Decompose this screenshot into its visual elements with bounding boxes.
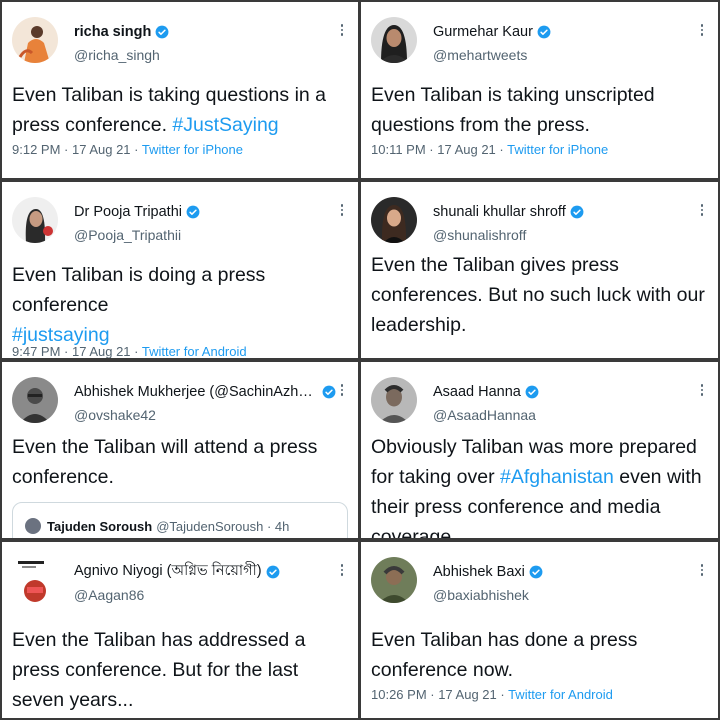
tweet-text: Even Taliban is taking unscripted questi…: [371, 84, 655, 136]
avatar[interactable]: [371, 17, 417, 63]
source-label: Twitter for Android: [141, 344, 247, 358]
user-handle[interactable]: @baxiabhishek: [433, 587, 529, 603]
tweet-card[interactable]: Abhishek Baxi @baxiabhishek Even Taliban…: [361, 542, 718, 718]
verified-badge-icon: [155, 25, 169, 39]
name-row: Abhishek Mukherjee (@SachinAzhar...: [74, 382, 336, 402]
avatar[interactable]: [12, 377, 58, 423]
tweet-meta: 10:11 PM · 17 Aug 21 · Twitter for iPhon…: [371, 142, 608, 157]
quoted-avatar-icon: [25, 518, 41, 534]
quoted-display-name: Tajuden Soroush: [47, 518, 153, 534]
avatar[interactable]: [371, 197, 417, 243]
tweet-card[interactable]: Asaad Hanna @AsaadHannaa Obviously Talib…: [361, 362, 718, 538]
verified-badge-icon: [529, 565, 543, 579]
display-name[interactable]: Gurmehar Kaur: [433, 24, 533, 40]
more-options-icon[interactable]: [340, 204, 344, 218]
person-photo-avatar-icon: [371, 377, 417, 423]
source-label: Twitter for Android: [508, 687, 613, 702]
tweet-card[interactable]: shunali khullar shroff @shunalishroff Ev…: [361, 182, 718, 358]
tweet-text: Even Taliban is taking questions in a pr…: [12, 80, 350, 140]
display-name[interactable]: Dr Pooja Tripathi: [74, 204, 182, 220]
verified-badge-icon: [537, 25, 551, 39]
user-handle[interactable]: @Aagan86: [74, 587, 144, 603]
display-name[interactable]: shunali khullar shroff: [433, 204, 566, 220]
display-name[interactable]: Asaad Hanna: [433, 384, 521, 400]
avatar[interactable]: [371, 377, 417, 423]
timestamp[interactable]: 10:26 PM · 17 Aug 21 ·: [371, 687, 508, 702]
hashtag-link[interactable]: #JustSaying: [172, 114, 278, 136]
tweet-card[interactable]: Abhishek Mukherjee (@SachinAzhar... @ovs…: [2, 362, 358, 538]
verified-badge-icon: [186, 205, 200, 219]
display-name[interactable]: richa singh: [74, 24, 151, 40]
name-row: Asaad Hanna: [433, 382, 688, 402]
timestamp[interactable]: 9:12 PM · 17 Aug 21 ·: [12, 142, 142, 157]
user-handle[interactable]: @ovshake42: [74, 407, 156, 423]
source-label: Twitter for iPhone: [141, 142, 243, 157]
person-photo-avatar-icon: [371, 557, 417, 603]
quoted-handle: @TajudenSoroush · 4h: [156, 518, 290, 534]
avatar[interactable]: [12, 197, 58, 243]
user-handle[interactable]: @richa_singh: [74, 47, 160, 63]
name-row: richa singh: [74, 22, 328, 42]
quoted-tweet[interactable]: Tajuden Soroush @TajudenSoroush · 4h: [12, 502, 348, 538]
tweet-text: Obviously Taliban was more prepared for …: [371, 432, 710, 538]
more-options-icon[interactable]: [340, 384, 344, 398]
display-name[interactable]: Agnivo Niyogi (অগ্নিভ নিয়োগী): [74, 560, 262, 584]
name-row: Dr Pooja Tripathi: [74, 202, 328, 222]
more-options-icon[interactable]: [340, 564, 344, 578]
more-options-icon[interactable]: [700, 24, 704, 38]
person-photo-avatar-icon: [12, 377, 58, 423]
verified-badge-icon: [266, 565, 280, 579]
tweet-card[interactable]: Dr Pooja Tripathi @Pooja_Tripathii Even …: [2, 182, 358, 358]
tweet-text: Even Taliban is doing a press conference…: [12, 260, 350, 350]
display-name[interactable]: Abhishek Baxi: [433, 564, 525, 580]
more-options-icon[interactable]: [700, 384, 704, 398]
user-handle[interactable]: @Pooja_Tripathii: [74, 227, 181, 243]
avatar[interactable]: [12, 17, 58, 63]
tweet-text: Even the Taliban gives press conferences…: [371, 254, 705, 336]
hashtag-link[interactable]: #justsaying: [12, 324, 110, 346]
avatar[interactable]: [12, 557, 58, 603]
person-photo-avatar-icon: [371, 17, 417, 63]
tweet-meta: 10:26 PM · 17 Aug 21 · Twitter for Andro…: [371, 687, 613, 702]
tweet-text: Even the Taliban has addressed a press c…: [12, 629, 306, 711]
more-options-icon[interactable]: [340, 24, 344, 38]
tweet-text: Even the Taliban will attend a press con…: [12, 436, 318, 488]
tweet-card[interactable]: Gurmehar Kaur @mehartweets Even Taliban …: [361, 2, 718, 178]
person-photo-avatar-icon: [12, 17, 58, 63]
hashtag-link[interactable]: #Afghanistan: [500, 466, 614, 488]
name-row: Gurmehar Kaur: [433, 22, 688, 42]
user-handle[interactable]: @AsaadHannaa: [433, 407, 536, 423]
verified-badge-icon: [322, 385, 336, 399]
tweet-card[interactable]: richa singh @richa_singh Even Taliban is…: [2, 2, 358, 178]
display-name[interactable]: Abhishek Mukherjee (@SachinAzhar...: [74, 384, 318, 400]
name-row: Agnivo Niyogi (অগ্নিভ নিয়োগী): [74, 562, 328, 582]
name-row: Abhishek Baxi: [433, 562, 688, 582]
more-options-icon[interactable]: [700, 204, 704, 218]
more-options-icon[interactable]: [700, 564, 704, 578]
name-row: shunali khullar shroff: [433, 202, 688, 222]
user-handle[interactable]: @shunalishroff: [433, 227, 526, 243]
person-photo-avatar-icon: [371, 197, 417, 243]
source-label: Twitter for iPhone: [507, 142, 609, 157]
timestamp[interactable]: 10:11 PM · 17 Aug 21 ·: [371, 142, 507, 157]
verified-badge-icon: [525, 385, 539, 399]
user-handle[interactable]: @mehartweets: [433, 47, 527, 63]
newspaper-logo-avatar-icon: [12, 557, 58, 603]
tweet-body: Even Taliban is taking questions in a pr…: [12, 84, 327, 136]
avatar[interactable]: [371, 557, 417, 603]
person-photo-avatar-icon: [12, 197, 58, 243]
tweet-collage: richa singh @richa_singh Even Taliban is…: [0, 0, 720, 720]
tweet-text: Even Taliban has done a press conference…: [371, 629, 638, 681]
verified-badge-icon: [570, 205, 584, 219]
tweet-meta: 9:47 PM · 17 Aug 21 · Twitter for Androi…: [12, 344, 247, 358]
timestamp[interactable]: 9:47 PM · 17 Aug 21 ·: [12, 344, 142, 358]
tweet-meta: 9:12 PM · 17 Aug 21 · Twitter for iPhone: [12, 142, 243, 157]
tweet-card[interactable]: Agnivo Niyogi (অগ্নিভ নিয়োগী) @Aagan86 …: [2, 542, 358, 718]
tweet-body: Even Taliban is doing a press conference: [12, 264, 266, 316]
